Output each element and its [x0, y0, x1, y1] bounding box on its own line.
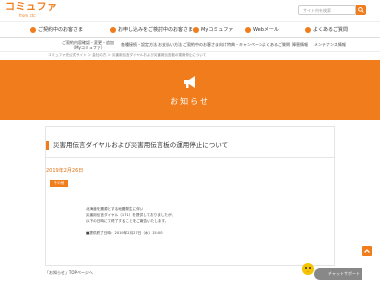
cart-icon: [110, 26, 116, 33]
nav-item-label: お申し込みをご検討中のお客さま: [118, 27, 194, 33]
search-button[interactable]: [356, 5, 366, 15]
mail-icon: [245, 26, 251, 33]
chat-support-button[interactable]: チャットサポート: [314, 268, 362, 280]
subnav-item-faq[interactable]: よくあるご質問: [262, 42, 290, 47]
logo-sub-text: from ctc: [19, 13, 36, 18]
article-body-line: ■提供終了日時：2019年2月27日（水）15:00: [86, 231, 163, 235]
question-icon: [305, 26, 311, 33]
article-panel: 災害用伝言ダイヤルおよび災害用伝言板の運用停止について 2019年2月26日 そ…: [45, 126, 335, 266]
site-header: コミュファ from ctc サイト内を検索: [0, 0, 380, 22]
chatbot-mascot-icon[interactable]: [301, 262, 315, 276]
news-top-link[interactable]: 「お知らせ」TOPページへ: [45, 270, 93, 276]
nav-item-mycommufa[interactable]: Myコミュファ: [193, 26, 233, 33]
site-logo[interactable]: コミュファ from ctc: [5, 2, 58, 18]
nav-item-faq[interactable]: よくあるご質問: [305, 26, 348, 33]
nav-item-label: よくあるご質問: [313, 27, 349, 33]
subnav-item-outage[interactable]: 障害情報: [292, 42, 308, 47]
category-badge: その他: [50, 180, 68, 187]
subnav-item-contract[interactable]: ご契約内容確認・変更・追加 （Myコミュファ）: [62, 40, 114, 50]
nav-item-label: ご契約中のお客さま: [38, 27, 84, 33]
subnav-item-setup[interactable]: 各種接続・設定方法: [121, 42, 157, 47]
nav-item-label: Webメール: [253, 27, 279, 33]
nav-item-label: Myコミュファ: [201, 27, 234, 33]
breadcrumb[interactable]: コミュファ光公式サイト ＞ 会社の方 ＞ 災害用伝言ダイヤルおよび災害用伝言板の…: [48, 53, 206, 58]
nav-item-prospects[interactable]: お申し込みをご検討中のお客さま: [110, 26, 193, 33]
person-icon: [30, 26, 36, 33]
main-nav: ご契約中のお客さま お申し込みをご検討中のお客さま Myコミュファ Webメール…: [0, 22, 380, 38]
search-input[interactable]: サイト内を検索: [298, 5, 356, 15]
subnav-item-sublabel: （Myコミュファ）: [71, 45, 105, 50]
article-body-line: 以下の日時にて終了することをご報告いたします。: [86, 219, 169, 223]
subnav-item-payment[interactable]: お支払い方法: [158, 42, 182, 47]
page-title: お知らせ: [170, 97, 210, 106]
megaphone-icon: [184, 76, 195, 88]
divider: [46, 157, 334, 158]
nav-item-customers[interactable]: ご契約中のお客さま: [30, 26, 83, 33]
scroll-top-icon[interactable]: [362, 246, 372, 256]
sub-nav: ご契約内容確認・変更・追加 （Myコミュファ） 各種接続・設定方法 お支払い方法…: [0, 38, 380, 52]
article-date: 2019年2月26日: [46, 168, 84, 174]
user-circle-icon: [193, 26, 199, 33]
article-body-line: 北海道を震源とする地震発生に伴い: [86, 207, 144, 211]
nav-item-webmail[interactable]: Webメール: [245, 26, 279, 33]
article-body-line: 災害用伝言ダイヤル（171）を提供しておりましたが、: [86, 213, 176, 217]
subnav-item-maintenance[interactable]: メンテナンス情報: [314, 42, 346, 47]
search-icon: [358, 7, 364, 13]
article-title: 災害用伝言ダイヤルおよび災害用伝言板の運用停止について: [46, 141, 326, 150]
logo-main-text: コミュファ: [5, 2, 58, 13]
subnav-item-campaign[interactable]: ご契約中のお客さま向け特典・キャンペーン: [183, 42, 263, 47]
page-banner: お知らせ: [0, 60, 380, 120]
